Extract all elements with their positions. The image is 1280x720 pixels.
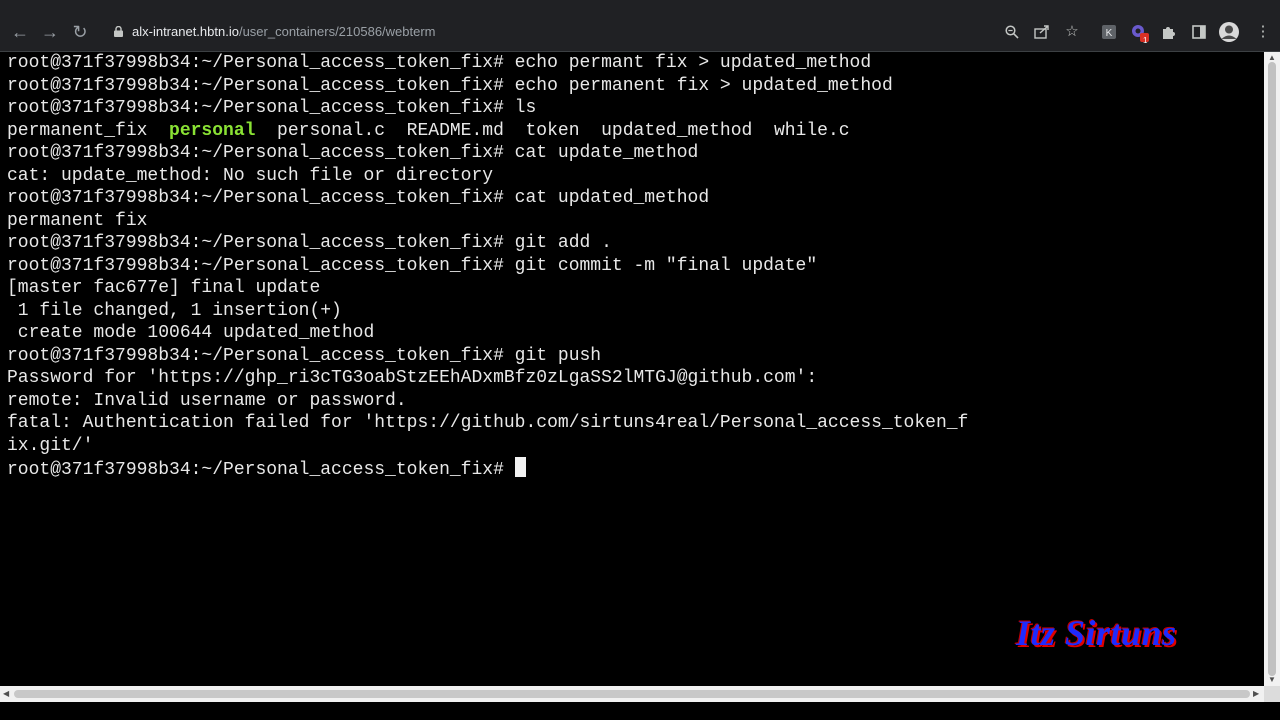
terminal-line: root@371f37998b34:~/Personal_access_toke… (7, 255, 818, 276)
share-icon[interactable] (1031, 20, 1053, 44)
url-text: alx-intranet.hbtn.io/user_containers/210… (132, 24, 436, 39)
lock-icon[interactable] (114, 26, 123, 37)
profile-avatar-icon[interactable] (1218, 20, 1240, 44)
bookmark-star-icon[interactable]: ☆ (1061, 20, 1083, 44)
watermark: Itz Sirtuns (1016, 613, 1177, 653)
svg-text:K: K (1106, 28, 1113, 39)
terminal-line: root@371f37998b34:~/Personal_access_toke… (7, 98, 537, 118)
terminal-prompt-line[interactable]: root@371f37998b34:~/Personal_access_toke… (7, 457, 526, 480)
scroll-up-arrow-icon[interactable]: ▲ (1268, 53, 1276, 62)
terminal-line: root@371f37998b34:~/Personal_access_toke… (7, 75, 893, 96)
terminal-line: create mode 100644 updated_method (7, 323, 375, 343)
extension-badge-count: 1 (1143, 36, 1148, 45)
terminal-line: [master fac677e] final update (7, 278, 321, 298)
ls-output-text: personal.c README.md token updated_metho… (255, 120, 850, 141)
terminal[interactable]: root@371f37998b34:~/Personal_access_toke… (0, 52, 1264, 686)
terminal-line: fatal: Authentication failed for 'https:… (7, 413, 969, 433)
terminal-line: Password for 'https://ghp_ri3cTG3oabStzE… (7, 368, 818, 388)
url-path: /user_containers/210586/webterm (238, 24, 436, 39)
scroll-down-arrow-icon[interactable]: ▼ (1268, 675, 1276, 684)
terminal-line: cat: update_method: No such file or dire… (7, 165, 494, 186)
scroll-right-arrow-icon[interactable]: ▶ (1253, 689, 1259, 698)
horizontal-scroll-thumb[interactable] (14, 690, 1250, 698)
vertical-scrollbar[interactable]: ▲ ▼ (1264, 52, 1280, 686)
ls-output-line: permanent_fix personal personal.c README… (7, 120, 850, 142)
browser-toolbar: ← → ↻ alx-intranet.hbtn.io/user_containe… (0, 0, 1280, 52)
terminal-line: root@371f37998b34:~/Personal_access_toke… (7, 143, 699, 163)
bottom-edge (0, 702, 1280, 720)
horizontal-scrollbar[interactable]: ◀ ▶ (0, 686, 1264, 702)
ls-output-text: permanent_fix (7, 120, 170, 141)
back-arrow-icon[interactable]: ← (8, 20, 32, 44)
extension-k-icon[interactable]: K (1098, 20, 1120, 44)
extensions-puzzle-icon[interactable] (1158, 20, 1180, 44)
forward-arrow-icon[interactable]: → (38, 20, 62, 44)
vertical-scroll-thumb[interactable] (1268, 62, 1276, 676)
url-host: alx-intranet.hbtn.io (132, 24, 239, 39)
terminal-line: root@371f37998b34:~/Personal_access_toke… (7, 53, 872, 73)
menu-kebab-icon[interactable]: ⋮ (1252, 20, 1274, 44)
terminal-line: root@371f37998b34:~/Personal_access_toke… (7, 233, 612, 253)
terminal-line: remote: Invalid username or password. (7, 390, 407, 411)
terminal-line: root@371f37998b34:~/Personal_access_toke… (7, 345, 602, 366)
terminal-line: root@371f37998b34:~/Personal_access_toke… (7, 188, 710, 208)
extension-badge-icon[interactable]: 1 (1128, 20, 1150, 45)
zoom-icon[interactable] (1001, 20, 1023, 44)
terminal-line: 1 file changed, 1 insertion(+) (7, 300, 342, 321)
side-panel-icon[interactable] (1188, 20, 1210, 44)
terminal-prompt: root@371f37998b34:~/Personal_access_toke… (7, 460, 515, 480)
scroll-left-arrow-icon[interactable]: ◀ (3, 689, 9, 698)
terminal-cursor (514, 457, 526, 477)
scrollbar-corner (1264, 686, 1280, 702)
ls-executable-entry: personal (169, 120, 256, 141)
reload-icon[interactable]: ↻ (68, 20, 92, 44)
terminal-line: permanent fix (7, 210, 148, 231)
terminal-line: ix.git/' (7, 435, 94, 456)
